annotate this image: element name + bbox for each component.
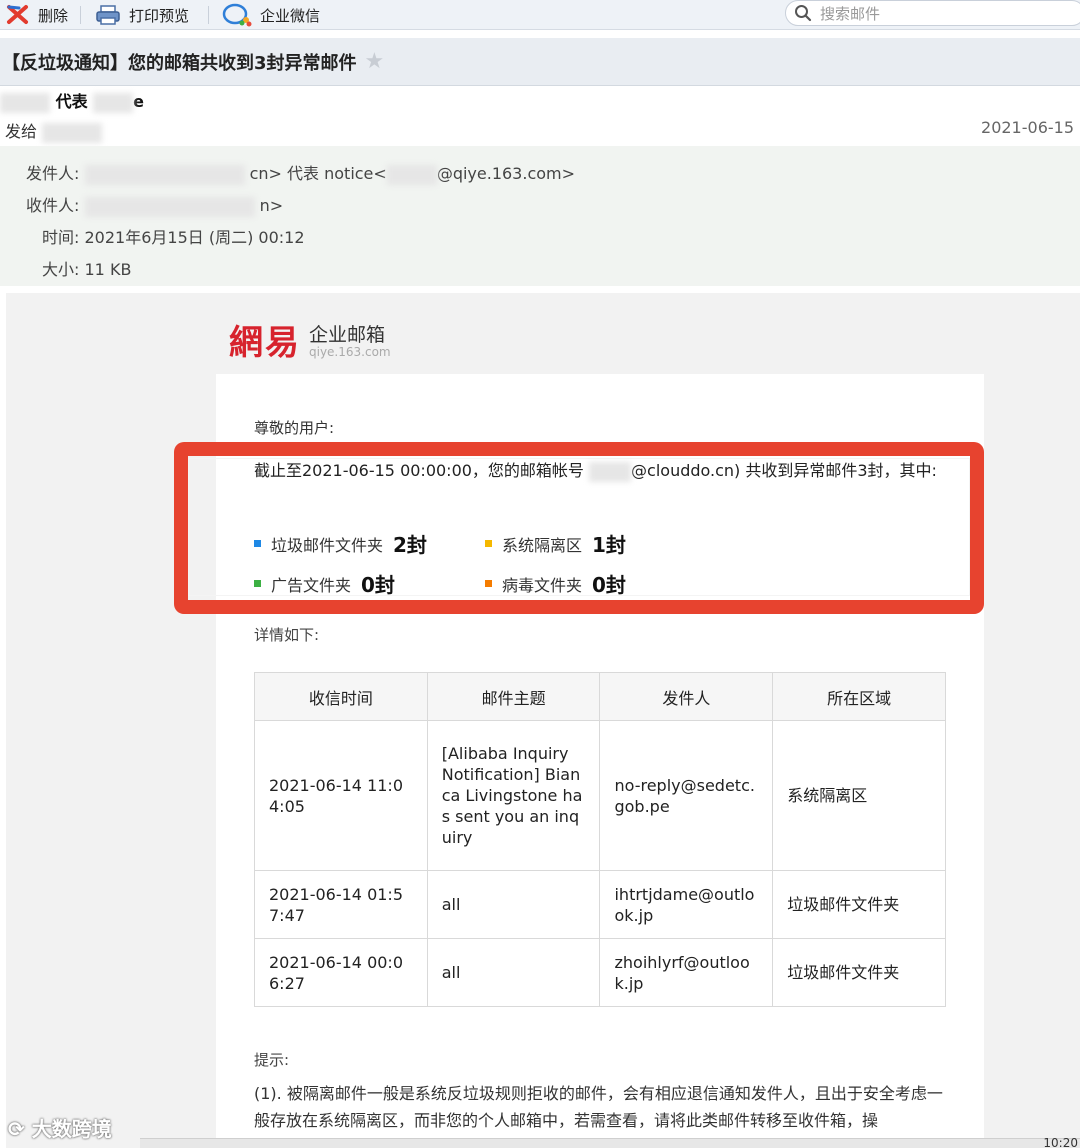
printer-icon xyxy=(96,5,120,25)
logo-brand: 網易 xyxy=(229,323,301,363)
stat-spam-folder: 垃圾邮件文件夹 2封 xyxy=(254,529,427,558)
sender-label: 发件人: xyxy=(26,164,80,183)
recipient-summary: 发给 xyxy=(5,118,103,143)
watermark-text: 大数跨境 xyxy=(31,1117,112,1141)
logo-product: 企业邮箱 xyxy=(309,324,386,346)
redacted-text xyxy=(589,461,632,482)
stat-label: 垃圾邮件文件夹 xyxy=(271,535,384,555)
toolbar-divider xyxy=(80,6,81,24)
notice-suffix: @clouddo.cn) 共收到异常邮件3封，其中: xyxy=(631,461,937,480)
header-location: 所在区域 xyxy=(772,672,946,721)
redacted-text xyxy=(84,196,255,217)
notice-text: 截止至2021-06-15 00:00:00，您的邮箱帐号 @clouddo.c… xyxy=(254,458,944,484)
redacted-text xyxy=(84,164,245,185)
cell-subject: all xyxy=(426,938,601,1007)
cell-sender: no-reply@sedetc.gob.pe xyxy=(599,720,774,871)
orange-square-icon xyxy=(485,580,492,587)
redacted-text xyxy=(0,92,50,113)
stat-ad-folder: 广告文件夹 0封 xyxy=(254,569,395,598)
stat-count: 0封 xyxy=(361,573,395,597)
stat-count: 1封 xyxy=(592,533,626,557)
delete-button[interactable]: 删除 xyxy=(6,0,68,30)
netease-logo: 網易 企业邮箱 qiye.163.com xyxy=(229,315,391,364)
sender-summary-text: 代表 xyxy=(55,92,88,111)
search-icon xyxy=(795,5,812,22)
cell-location: 系统隔离区 xyxy=(772,720,946,871)
cell-sender: ihtrtjdame@outlook.jp xyxy=(599,870,774,939)
mail-subject: 【反垃圾通知】您的邮箱共收到3封异常邮件 xyxy=(2,52,357,74)
cell-subject: [Alibaba Inquiry Notification] Bianca Li… xyxy=(426,720,601,871)
sender-domain[interactable]: @qiye.163.com> xyxy=(437,164,575,183)
green-square-icon xyxy=(254,580,261,587)
abnormal-mail-table: 收信时间 邮件主题 发件人 所在区域 2021-06-14 11:04:05 [… xyxy=(254,672,946,1007)
mail-date: 2021-06-15 xyxy=(981,118,1074,137)
notice-prefix: 截止至2021-06-15 00:00:00，您的邮箱帐号 xyxy=(254,461,584,480)
print-preview-button[interactable]: 打印预览 xyxy=(95,0,189,30)
size-row: 大小: 11 KB xyxy=(42,256,131,280)
search-placeholder: 搜索邮件 xyxy=(820,4,881,23)
wecom-button[interactable]: 企业微信 xyxy=(222,0,320,30)
sender-summary: 代表 e xyxy=(0,88,144,113)
subject-bar: 【反垃圾通知】您的邮箱共收到3封异常邮件 ★ xyxy=(0,38,1080,86)
toolbar: 删除 打印预览 企业微信 搜索邮件 xyxy=(0,0,1080,30)
header-received-time: 收信时间 xyxy=(254,672,428,721)
tip-label: 提示: xyxy=(254,1051,290,1069)
cell-time: 2021-06-14 00:06:27 xyxy=(254,938,428,1007)
time-value: 2021年6月15日 (周二) 00:12 xyxy=(84,228,305,247)
tip-text: (1). 被隔离邮件一般是系统反垃圾规则拒收的邮件，会有相应退信通知发件人，且出… xyxy=(254,1084,943,1130)
delete-icon xyxy=(7,5,28,24)
stat-quarantine: 系统隔离区 1封 xyxy=(485,529,626,558)
sender-address[interactable]: cn> 代表 notice< xyxy=(250,164,387,183)
time-row: 时间: 2021年6月15日 (周二) 00:12 xyxy=(42,224,305,248)
clock: 10:20 xyxy=(1043,1136,1078,1148)
watermark-logo-icon: ⟳ xyxy=(8,1117,25,1141)
redacted-text xyxy=(93,92,134,113)
stat-virus-folder: 病毒文件夹 0封 xyxy=(485,569,626,598)
wecom-label: 企业微信 xyxy=(260,6,321,25)
cell-subject: all xyxy=(426,870,601,939)
logo-domain: qiye.163.com xyxy=(309,345,391,359)
recipient-prefix: 发给 xyxy=(5,122,38,141)
cell-sender: zhoihlyrf@outlook.jp xyxy=(599,938,774,1007)
toolbar-divider xyxy=(208,6,209,24)
search-input[interactable]: 搜索邮件 xyxy=(785,0,1080,26)
receiver-label: 收件人: xyxy=(26,196,80,215)
star-icon[interactable]: ★ xyxy=(365,49,385,74)
status-bar xyxy=(140,1138,1080,1148)
cell-location: 垃圾邮件文件夹 xyxy=(772,870,946,939)
redacted-text xyxy=(386,164,437,185)
table-row: 2021-06-14 11:04:05 [Alibaba Inquiry Not… xyxy=(254,720,946,871)
stat-count: 0封 xyxy=(592,573,626,597)
cell-time: 2021-06-14 11:04:05 xyxy=(254,720,428,871)
cell-time: 2021-06-14 01:57:47 xyxy=(254,870,428,939)
yellow-square-icon xyxy=(485,540,492,547)
greeting: 尊敬的用户: xyxy=(254,419,335,437)
size-label: 大小: xyxy=(42,260,80,279)
details-label: 详情如下: xyxy=(254,626,320,644)
stat-count: 2封 xyxy=(393,533,427,557)
size-value: 11 KB xyxy=(84,260,132,279)
wecom-icon xyxy=(222,3,252,27)
redacted-text xyxy=(42,122,103,143)
header-sender: 发件人 xyxy=(599,672,774,721)
receiver-row: 收件人: n> xyxy=(26,192,283,217)
cell-location: 垃圾邮件文件夹 xyxy=(772,938,946,1007)
time-label: 时间: xyxy=(42,228,80,247)
stat-label: 系统隔离区 xyxy=(502,535,583,555)
blue-square-icon xyxy=(254,540,261,547)
stat-label: 广告文件夹 xyxy=(271,575,352,595)
stat-label: 病毒文件夹 xyxy=(502,575,583,595)
table-row: 2021-06-14 01:57:47 all ihtrtjdame@outlo… xyxy=(254,870,946,939)
receiver-address[interactable]: n> xyxy=(260,196,284,215)
delete-label: 删除 xyxy=(38,6,69,25)
print-preview-label: 打印预览 xyxy=(129,6,190,25)
header-subject: 邮件主题 xyxy=(426,672,601,721)
watermark: ⟳ 大数跨境 xyxy=(8,1113,112,1142)
sender-row: 发件人: cn> 代表 notice< @qiye.163.com> xyxy=(26,160,575,185)
sender-summary-suffix: e xyxy=(133,92,145,111)
table-header-row: 收信时间 邮件主题 发件人 所在区域 xyxy=(254,672,946,721)
table-row: 2021-06-14 00:06:27 all zhoihlyrf@outloo… xyxy=(254,938,946,1007)
